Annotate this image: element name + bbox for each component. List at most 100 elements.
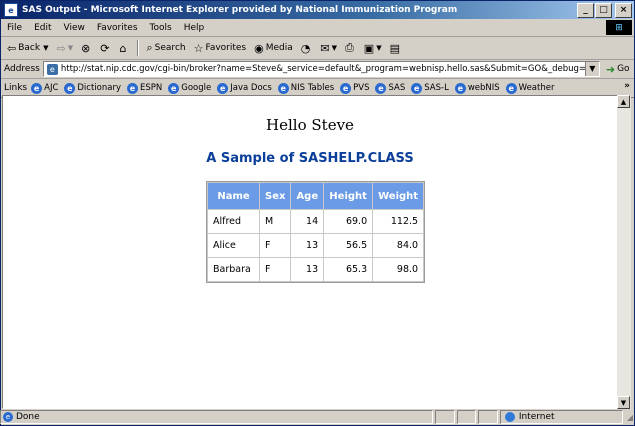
- media-button[interactable]: ◉ Media: [251, 39, 296, 57]
- link-label: ESPN: [140, 83, 163, 93]
- go-button[interactable]: ➜ Go: [606, 63, 630, 76]
- forward-button[interactable]: ⇨ ▼: [53, 39, 76, 57]
- close-button[interactable]: ×: [615, 3, 632, 18]
- chevron-down-icon: ▼: [331, 44, 337, 52]
- scroll-down-arrow-icon[interactable]: ▼: [617, 396, 630, 409]
- table-row: Alice F 13 56.5 84.0: [208, 234, 424, 257]
- window-title: SAS Output - Microsoft Internet Explorer…: [22, 5, 458, 15]
- menu-file[interactable]: File: [1, 23, 28, 33]
- go-arrow-icon: ➜: [605, 62, 616, 76]
- page-icon: e: [46, 63, 58, 75]
- link-label: Weather: [518, 83, 555, 93]
- menu-edit[interactable]: Edit: [28, 23, 57, 33]
- favorites-label: Favorites: [205, 43, 247, 53]
- link-label: Java Docs: [230, 83, 272, 93]
- mail-button[interactable]: ✉ ▼: [317, 39, 340, 57]
- ie-page-icon: e: [277, 82, 289, 94]
- cell-weight: 84.0: [373, 234, 424, 257]
- resize-grip-icon[interactable]: ◢: [627, 413, 633, 422]
- link-label: SAS: [388, 83, 406, 93]
- links-overflow-button[interactable]: »: [624, 81, 630, 91]
- link-label: Dictionary: [77, 83, 121, 93]
- history-icon: ◔: [300, 41, 311, 55]
- link-ajc[interactable]: e AJC: [31, 82, 58, 94]
- minimize-button[interactable]: _: [577, 3, 594, 18]
- cell-height: 65.3: [324, 258, 373, 281]
- cell-weight: 112.5: [373, 210, 424, 233]
- ie-page-icon: e: [31, 82, 43, 94]
- back-label: Back: [18, 43, 41, 53]
- link-label: PVS: [353, 83, 370, 93]
- class-table: Name Sex Age Height Weight Alfred M 14 6…: [206, 181, 426, 283]
- cell-sex: F: [260, 234, 291, 257]
- star-icon: ☆: [193, 41, 204, 55]
- zone-label: Internet: [518, 412, 555, 422]
- table-row: Barbara F 13 65.3 98.0: [208, 258, 424, 281]
- link-java-docs[interactable]: e Java Docs: [217, 82, 272, 94]
- link-nis-tables[interactable]: e NIS Tables: [277, 82, 334, 94]
- standard-toolbar: ⇦ Back ▼ ⇨ ▼ ⊗ ⟳ ⌂ ⌕ Search ☆ Favorites ◉ Medi…: [1, 37, 634, 60]
- refresh-icon: ⟳: [100, 41, 110, 55]
- link-dictionary[interactable]: e Dictionary: [64, 82, 121, 94]
- cell-height: 56.5: [324, 234, 373, 257]
- title-bar: e SAS Output - Microsoft Internet Explor…: [1, 1, 634, 19]
- link-pvs[interactable]: e PVS: [340, 82, 370, 94]
- search-label: Search: [154, 43, 186, 53]
- column-header-weight: Weight: [373, 183, 424, 209]
- chevron-down-icon: ▼: [43, 44, 49, 52]
- search-button[interactable]: ⌕ Search: [144, 39, 189, 57]
- back-arrow-icon: ⇦: [7, 41, 17, 55]
- link-webnis[interactable]: e webNIS: [454, 82, 500, 94]
- stop-button[interactable]: ⊗: [78, 39, 95, 57]
- discuss-button[interactable]: ▤: [387, 39, 405, 57]
- scroll-up-arrow-icon[interactable]: ▲: [617, 95, 630, 108]
- back-button[interactable]: ⇦ Back ▼: [4, 39, 51, 57]
- go-label: Go: [617, 64, 630, 74]
- page-icon: e: [4, 3, 18, 17]
- menu-help[interactable]: Help: [178, 23, 211, 33]
- menu-favorites[interactable]: Favorites: [91, 23, 144, 33]
- status-cell: [435, 410, 455, 424]
- table-header-row: Name Sex Age Height Weight: [208, 183, 424, 209]
- cell-sex: F: [260, 258, 291, 281]
- maximize-button[interactable]: □: [595, 3, 612, 18]
- column-header-age: Age: [291, 183, 324, 209]
- address-input[interactable]: e http://stat.nip.cdc.gov/cgi-bin/broker…: [42, 61, 600, 77]
- menu-bar: File Edit View Favorites Tools Help ⊞: [1, 19, 634, 37]
- page-content: Hello Steve A Sample of SASHELP.CLASS Na…: [2, 95, 618, 409]
- link-google[interactable]: e Google: [168, 82, 212, 94]
- status-text: Done: [16, 412, 40, 422]
- ie-page-icon: e: [454, 82, 466, 94]
- ie-page-icon: e: [3, 412, 13, 422]
- cell-sex: M: [260, 210, 291, 233]
- link-weather[interactable]: e Weather: [505, 82, 555, 94]
- stop-icon: ⊗: [81, 41, 91, 55]
- edit-button[interactable]: ▣ ▼: [361, 39, 385, 57]
- link-label: Google: [181, 83, 212, 93]
- address-dropdown-icon[interactable]: ▼: [584, 62, 599, 76]
- home-button[interactable]: ⌂: [117, 39, 132, 57]
- history-button[interactable]: ◔: [298, 39, 316, 57]
- home-icon: ⌂: [119, 41, 127, 55]
- menu-tools[interactable]: Tools: [144, 23, 178, 33]
- favorites-button[interactable]: ☆ Favorites: [191, 39, 250, 57]
- ie-page-icon: e: [127, 82, 138, 94]
- link-sas[interactable]: e SAS: [375, 82, 406, 94]
- link-sas-l[interactable]: e SAS-L: [411, 82, 449, 94]
- cell-age: 13: [291, 234, 324, 257]
- greeting-text: Hello Steve: [266, 116, 354, 134]
- print-button[interactable]: ⎙: [342, 39, 359, 57]
- document-icon: ▤: [389, 41, 400, 55]
- cell-weight: 98.0: [373, 258, 424, 281]
- address-url: http://stat.nip.cdc.gov/cgi-bin/broker?n…: [60, 64, 592, 74]
- chevron-down-icon: ▼: [67, 44, 74, 52]
- cell-height: 69.0: [324, 210, 373, 233]
- cell-name: Alfred: [208, 210, 259, 233]
- refresh-button[interactable]: ⟳: [97, 39, 114, 57]
- menu-view[interactable]: View: [58, 23, 91, 33]
- forward-arrow-icon: ⇨: [56, 41, 66, 55]
- link-espn[interactable]: e ESPN: [127, 82, 163, 94]
- vertical-scrollbar[interactable]: ▲ ▼: [617, 95, 631, 409]
- ie-page-icon: e: [340, 82, 352, 94]
- mail-icon: ✉: [320, 41, 330, 55]
